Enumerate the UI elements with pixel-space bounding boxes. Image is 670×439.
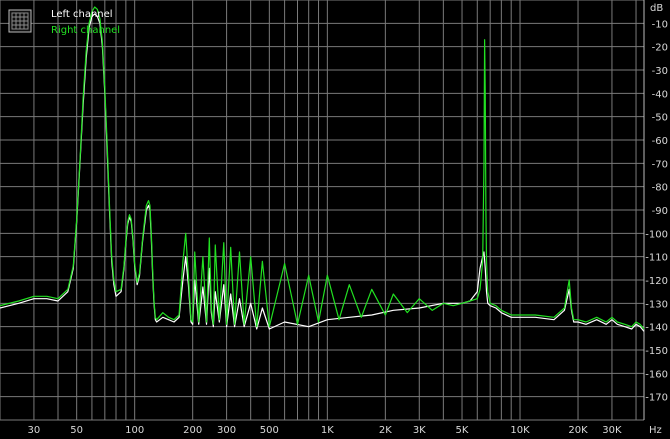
- x-tick-label: 2K: [379, 425, 392, 436]
- y-tick-label: -30: [652, 66, 668, 77]
- y-tick-label: -130: [645, 299, 668, 310]
- y-tick-label: -50: [652, 113, 668, 124]
- y-tick-label: -90: [652, 206, 668, 217]
- y-tick-label: -20: [652, 43, 668, 54]
- x-tick-label: 30: [28, 425, 41, 436]
- y-tick-label: -70: [652, 159, 668, 170]
- x-tick-label: 10K: [510, 425, 530, 436]
- x-tick-label: 500: [260, 425, 279, 436]
- legend-icon: [8, 9, 32, 33]
- legend-item-right: Right channel: [51, 25, 120, 36]
- x-tick-label: 200: [183, 425, 202, 436]
- x-tick-label: 100: [125, 425, 144, 436]
- y-tick-label: -100: [645, 229, 668, 240]
- x-tick-label: 300: [217, 425, 236, 436]
- y-tick-label: -140: [645, 323, 668, 334]
- x-tick-label: 5K: [456, 425, 469, 436]
- y-tick-label: -10: [652, 19, 668, 30]
- y-tick-label: -150: [645, 346, 668, 357]
- y-tick-label: -170: [645, 393, 668, 404]
- y-unit-label: dB: [650, 3, 663, 14]
- y-tick-label: -120: [645, 276, 668, 287]
- x-tick-label: 1K: [321, 425, 334, 436]
- x-tick-label: 20K: [568, 425, 588, 436]
- y-tick-label: -110: [645, 253, 668, 264]
- legend-item-left: Left channel: [51, 9, 113, 20]
- y-tick-label: -40: [652, 89, 668, 100]
- x-tick-label: 3K: [413, 425, 426, 436]
- x-unit-label: Hz: [649, 425, 662, 436]
- y-tick-label: -60: [652, 136, 668, 147]
- y-tick-label: -80: [652, 183, 668, 194]
- x-tick-label: 30K: [602, 425, 622, 436]
- x-tick-label: 50: [70, 425, 83, 436]
- spectrum-chart: -10 -20 -30 -40 -50 -60 -70 -80 -90 -100 -110 -120 -…: [0, 0, 670, 439]
- y-tick-label: -160: [645, 369, 668, 380]
